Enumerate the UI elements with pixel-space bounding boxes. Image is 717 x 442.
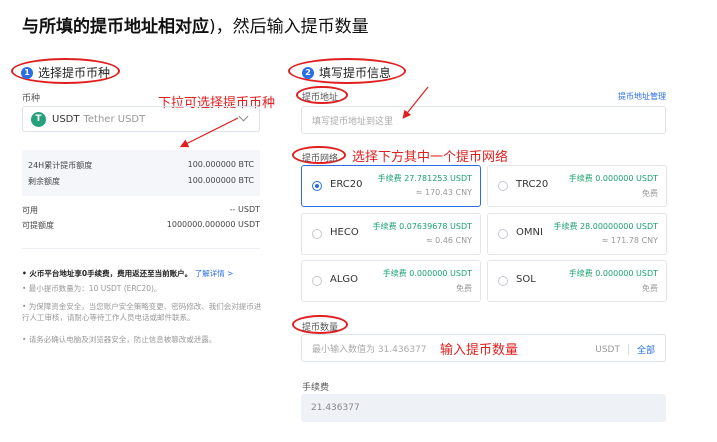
arrow-to-address-input <box>402 86 429 119</box>
arrow-to-coin-dropdown <box>179 117 239 148</box>
annotation-arrows <box>179 86 429 148</box>
